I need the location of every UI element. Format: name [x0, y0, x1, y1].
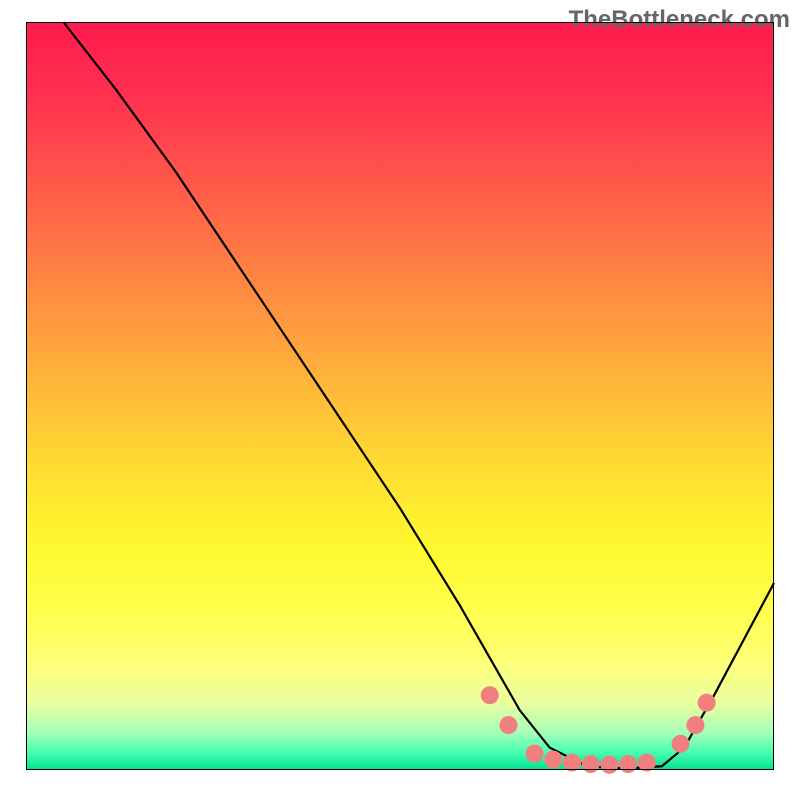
watermark: TheBottleneck.com	[569, 6, 790, 34]
chart-container: { "watermark": "TheBottleneck.com", "plo…	[0, 0, 800, 800]
chart-gradient-background	[26, 22, 774, 770]
